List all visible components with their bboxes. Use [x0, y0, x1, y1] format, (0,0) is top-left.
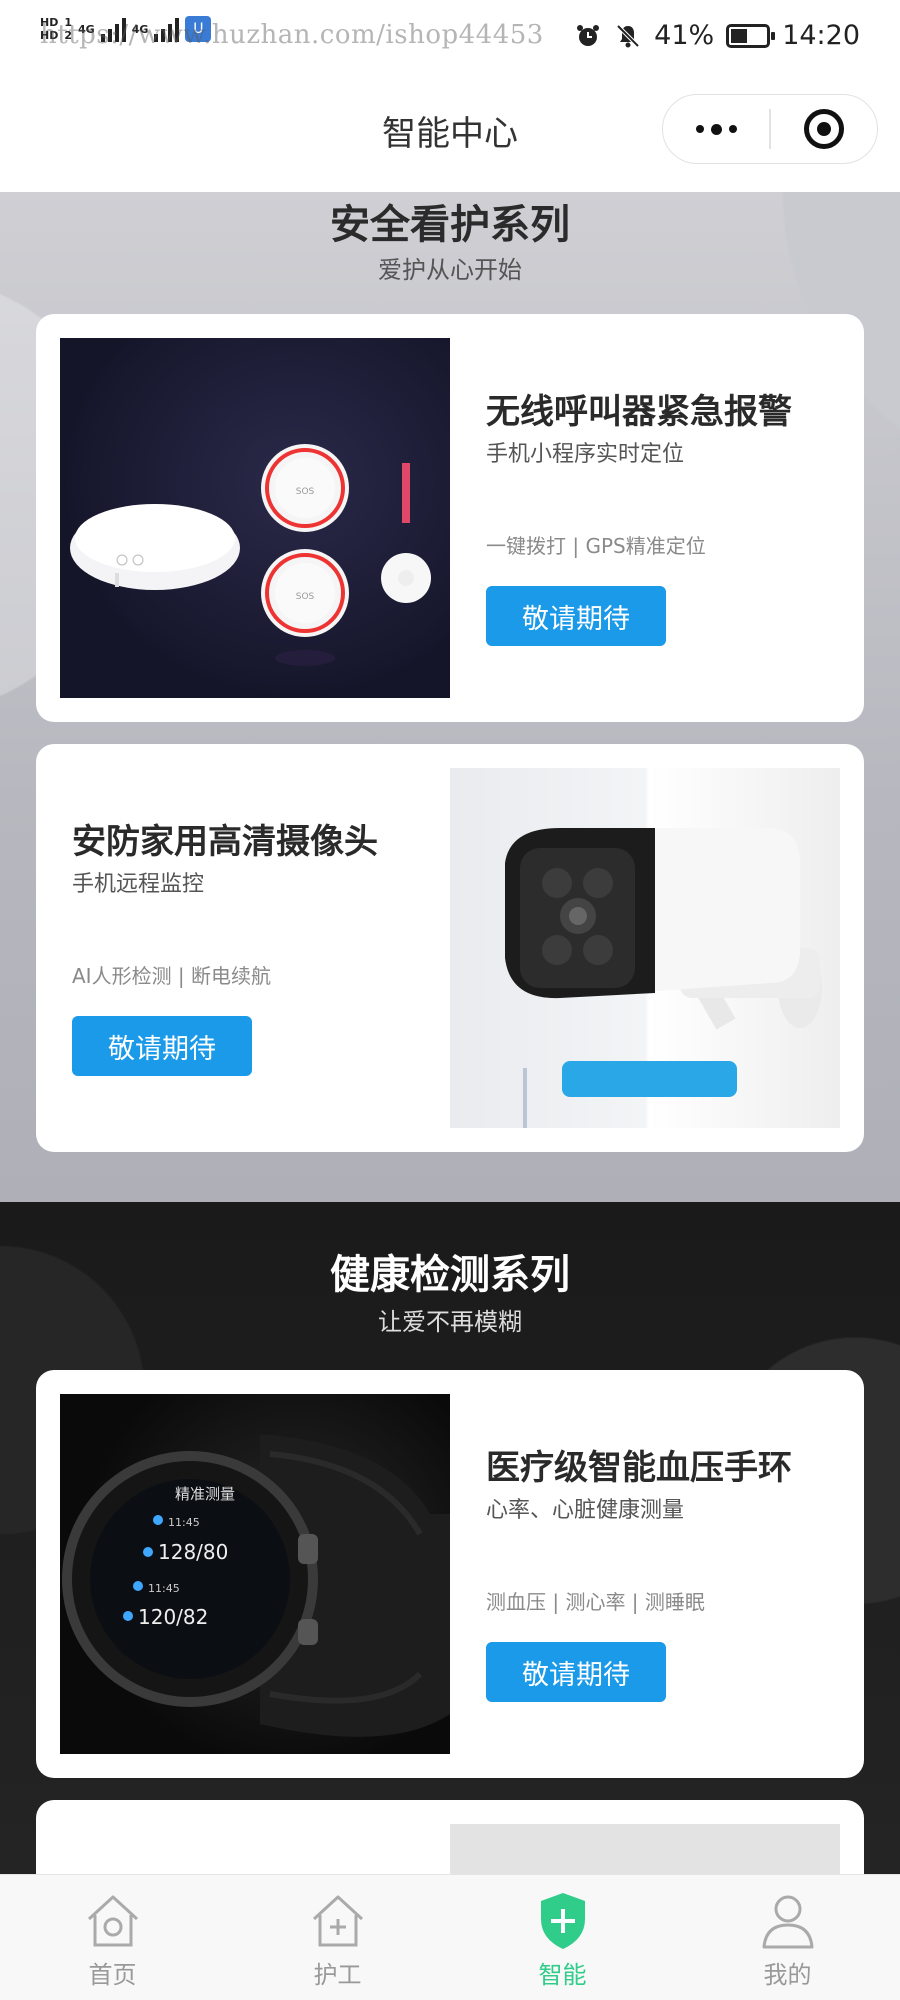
more-dot-icon — [695, 125, 704, 133]
tab-smart[interactable]: 智能 — [450, 1875, 675, 2000]
product-image-camera — [450, 768, 840, 1128]
section-safety: 安全看护系列 爱护从心开始 SOS SOS 无线呼叫器紧急报警 手机小程序实时定… — [0, 192, 900, 1202]
tab-label: 首页 — [88, 1961, 137, 1989]
product-desc: 手机远程监控 — [72, 872, 205, 897]
alarm-icon — [574, 22, 602, 50]
coming-soon-button[interactable]: 敬请期待 — [486, 1642, 666, 1702]
sos-label: SOS — [296, 487, 315, 497]
tab-profile[interactable]: 我的 — [675, 1875, 900, 2000]
product-card-watch[interactable]: 精准测量 11:45 128/80 11:45 120/82 医疗级智能血压手环… — [36, 1370, 864, 1778]
product-info: 医疗级智能血压手环 心率、心脏健康测量 测血压 | 测心率 | 测睡眠 敬请期待 — [486, 1370, 844, 1778]
caregiver-icon — [312, 1895, 363, 1947]
miniprogram-capsule — [662, 94, 878, 164]
product-card-alarm[interactable]: SOS SOS 无线呼叫器紧急报警 手机小程序实时定位 一键拨打 | GPS精准… — [36, 314, 864, 722]
product-card-partial[interactable] — [36, 1800, 864, 1874]
watch-heading: 精准测量 — [175, 1485, 235, 1503]
product-card-camera[interactable]: 安防家用高清摄像头 手机远程监控 AI人形检测 | 断电续航 敬请期待 — [36, 744, 864, 1152]
tab-label: 我的 — [763, 1961, 812, 1989]
section-subtitle: 爱护从心开始 — [378, 256, 522, 284]
tab-home[interactable]: 首页 — [0, 1875, 225, 2000]
tab-label: 智能 — [538, 1961, 587, 1989]
watch-time: 11:45 — [168, 1516, 200, 1529]
shield-plus-icon — [540, 1893, 585, 1949]
product-tags: 测血压 | 测心率 | 测睡眠 — [486, 1590, 705, 1614]
status-time: 14:20 — [782, 20, 860, 51]
home-icon — [87, 1895, 138, 1947]
product-info: 无线呼叫器紧急报警 手机小程序实时定位 一键拨打 | GPS精准定位 敬请期待 — [486, 314, 844, 722]
product-tags: 一键拨打 | GPS精准定位 — [486, 534, 706, 558]
tab-caregiver[interactable]: 护工 — [225, 1875, 450, 2000]
product-image-alarm: SOS SOS — [60, 338, 450, 698]
product-name: 无线呼叫器紧急报警 — [486, 392, 792, 432]
section-title: 健康检测系列 — [330, 1252, 570, 1298]
product-image-partial — [450, 1824, 840, 1874]
more-dot-icon — [710, 123, 722, 135]
coming-soon-button[interactable]: 敬请期待 — [486, 586, 666, 646]
battery-icon — [726, 23, 776, 48]
battery-level-fill — [731, 28, 747, 43]
close-miniprogram-button[interactable] — [771, 109, 877, 149]
more-dot-icon — [728, 125, 737, 133]
target-icon — [803, 109, 844, 149]
watermark: https://www.huzhan.com/ishop44453 — [40, 20, 544, 50]
mute-icon — [614, 22, 642, 50]
product-info: 安防家用高清摄像头 手机远程监控 AI人形检测 | 断电续航 敬请期待 — [72, 744, 414, 1152]
sos-label: SOS — [296, 592, 315, 602]
tab-label: 护工 — [313, 1961, 362, 1989]
section-health: 健康检测系列 让爱不再模糊 精准测量 11:45 128/80 11:45 12… — [0, 1202, 900, 1874]
coming-soon-button[interactable]: 敬请期待 — [72, 1016, 252, 1076]
product-name: 医疗级智能血压手环 — [486, 1448, 792, 1488]
product-desc: 心率、心脏健康测量 — [486, 1498, 685, 1523]
more-menu-button[interactable] — [663, 123, 769, 135]
watch-reading: 128/80 — [158, 1540, 228, 1564]
section-title: 安全看护系列 — [330, 202, 570, 248]
watch-time: 11:45 — [148, 1582, 180, 1595]
section-subtitle: 让爱不再模糊 — [378, 1308, 522, 1336]
status-right: 41% 14:20 — [574, 20, 860, 51]
product-name: 安防家用高清摄像头 — [72, 822, 378, 862]
product-tags: AI人形检测 | 断电续航 — [72, 964, 272, 988]
watch-reading: 120/82 — [138, 1605, 208, 1629]
product-image-watch: 精准测量 11:45 128/80 11:45 120/82 — [60, 1394, 450, 1754]
battery-percent: 41% — [654, 20, 715, 51]
tab-bar: 首页 护工 智能 我的 — [0, 1874, 900, 2000]
profile-icon — [762, 1895, 813, 1949]
product-desc: 手机小程序实时定位 — [486, 442, 685, 467]
nav-bar: 智能中心 — [0, 76, 900, 192]
status-bar: HD HD 1 2 4G 4G U https://www.huzhan.com… — [0, 0, 900, 76]
